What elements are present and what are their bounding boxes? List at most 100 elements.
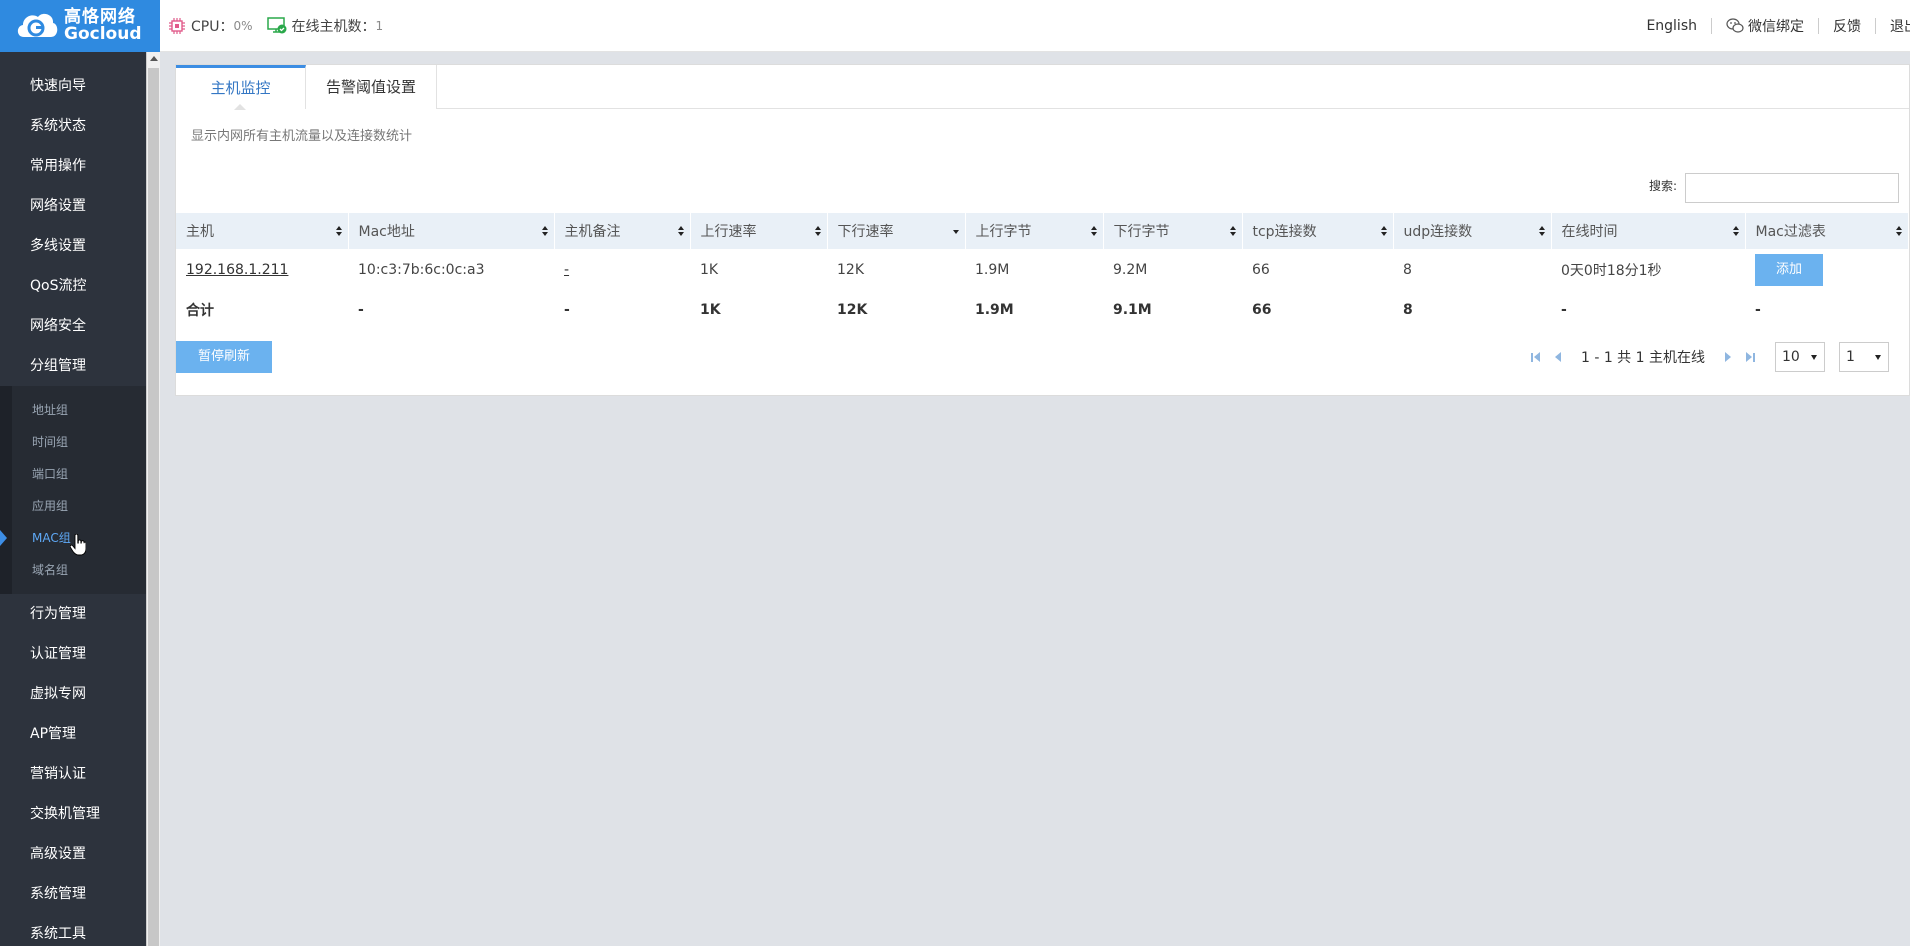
monitor-check-icon [266, 17, 287, 34]
sidebar-item-common-ops[interactable]: 常用操作 [0, 146, 146, 186]
page-size-select[interactable]: 10 [1775, 342, 1825, 372]
submenu-item-address-group[interactable]: 地址组 [12, 394, 146, 426]
col-host[interactable]: 主机 [176, 213, 349, 249]
sidebar-item-vpn[interactable]: 虚拟专网 [0, 674, 146, 714]
sort-icon[interactable] [1090, 226, 1097, 236]
col-note-label: 主机备注 [564, 224, 621, 240]
cell-mac-filter: 添加 [1745, 249, 1909, 291]
sort-icon[interactable] [335, 226, 342, 236]
col-tcp[interactable]: tcp连接数 [1242, 213, 1394, 249]
prev-page-icon[interactable] [1551, 350, 1565, 364]
sort-icon[interactable] [1538, 226, 1545, 236]
cpu-value: 0% [233, 19, 253, 33]
sidebar-item-system-tools[interactable]: 系统工具 [0, 914, 146, 946]
col-up-bytes[interactable]: 上行字节 [965, 213, 1104, 249]
sidebar-item-ap[interactable]: AP管理 [0, 714, 146, 754]
col-tcp-label: tcp连接数 [1252, 224, 1317, 240]
tab-alarm-threshold[interactable]: 告警阈值设置 [306, 65, 437, 109]
logo[interactable]: 高恪网络 Gocloud [0, 0, 160, 52]
pagination-info: 1 - 1 共 1 主机在线 [1580, 350, 1705, 366]
pause-refresh-button[interactable]: 暂停刷新 [176, 341, 272, 373]
col-down-rate[interactable]: 下行速率 [827, 213, 966, 249]
sort-icon[interactable] [1229, 226, 1236, 236]
total-down-rate: 12K [837, 302, 868, 318]
sort-icon[interactable] [1896, 226, 1902, 236]
col-note[interactable]: 主机备注 [554, 213, 691, 249]
sidebar-item-behavior[interactable]: 行为管理 [0, 594, 146, 634]
add-mac-filter-button[interactable]: 添加 [1755, 254, 1823, 286]
cell-down-rate: 12K [837, 262, 864, 278]
header-links: English 微信绑定 反馈 退出 [1646, 0, 1910, 52]
wechat-bind-label: 微信绑定 [1748, 19, 1804, 35]
search-input[interactable] [1685, 173, 1899, 203]
col-online-time[interactable]: 在线时间 [1551, 213, 1746, 249]
page-number-select[interactable]: 1 [1839, 342, 1889, 372]
submenu-item-app-group[interactable]: 应用组 [12, 490, 146, 522]
last-page-icon[interactable] [1743, 350, 1757, 364]
sidebar-item-qos[interactable]: QoS流控 [0, 266, 146, 306]
search-label: 搜索: [1649, 179, 1678, 193]
sort-icon[interactable] [1732, 226, 1739, 236]
sidebar-scrollbar[interactable] [146, 52, 160, 946]
col-udp[interactable]: udp连接数 [1393, 213, 1552, 249]
sidebar-item-advanced[interactable]: 高级设置 [0, 834, 146, 874]
total-filter: - [1755, 302, 1761, 318]
sidebar-item-switch[interactable]: 交换机管理 [0, 794, 146, 834]
col-up-rate[interactable]: 上行速率 [690, 213, 828, 249]
total-up-bytes: 1.9M [975, 302, 1014, 318]
sidebar-item-system-status[interactable]: 系统状态 [0, 106, 146, 146]
cell-down-bytes: 9.2M [1113, 262, 1148, 278]
total-tcp: 66 [1252, 302, 1272, 318]
top-header: CPU： 0% 在线主机数： 1 English 微信绑定 反馈 退出 [160, 0, 1910, 52]
header-status: CPU： 0% 在线主机数： 1 [168, 0, 383, 52]
tab-host-monitor[interactable]: 主机监控 [176, 65, 306, 110]
sidebar-item-system-admin[interactable]: 系统管理 [0, 874, 146, 914]
sidebar-item-quick-guide[interactable]: 快速向导 [0, 66, 146, 106]
scroll-up-icon[interactable] [150, 56, 158, 61]
total-online-time: - [1561, 302, 1567, 318]
sort-icon[interactable] [541, 226, 548, 236]
wechat-icon [1726, 18, 1744, 33]
submenu-item-domain-group[interactable]: 域名组 [12, 554, 146, 586]
sort-icon[interactable] [677, 226, 684, 236]
sort-icon[interactable] [814, 226, 821, 236]
total-up-rate: 1K [700, 302, 721, 318]
hand-pointer-icon [70, 534, 86, 556]
cell-up-bytes: 1.9M [975, 262, 1010, 278]
col-down-bytes[interactable]: 下行字节 [1103, 213, 1243, 249]
next-page-icon[interactable] [1721, 350, 1735, 364]
cell-udp: 8 [1403, 262, 1412, 278]
sidebar-item-group-management[interactable]: 分组管理 [0, 346, 146, 386]
sidebar-item-network-security[interactable]: 网络安全 [0, 306, 146, 346]
wechat-bind-link[interactable]: 微信绑定 [1726, 16, 1804, 36]
col-mac-filter-label: Mac过滤表 [1755, 224, 1826, 240]
sort-desc-icon[interactable] [952, 226, 959, 236]
sidebar-item-network-settings[interactable]: 网络设置 [0, 186, 146, 226]
host-ip-link[interactable]: 192.168.1.211 [186, 262, 288, 278]
total-down-bytes: 9.1M [1113, 302, 1152, 318]
col-down-rate-label: 下行速率 [837, 224, 894, 240]
english-link[interactable]: English [1646, 18, 1697, 34]
host-note-link[interactable]: - [564, 262, 569, 278]
header-divider [1875, 18, 1876, 34]
submenu-item-port-group[interactable]: 端口组 [12, 458, 146, 490]
scrollbar-thumb[interactable] [148, 68, 159, 946]
sidebar-item-marketing-auth[interactable]: 营销认证 [0, 754, 146, 794]
submenu-item-time-group[interactable]: 时间组 [12, 426, 146, 458]
col-mac[interactable]: Mac地址 [348, 213, 555, 249]
first-page-icon[interactable] [1529, 350, 1543, 364]
col-down-bytes-label: 下行字节 [1113, 224, 1170, 240]
online-hosts-value: 1 [375, 19, 384, 33]
feedback-link[interactable]: 反馈 [1833, 16, 1861, 36]
cell-host: 192.168.1.211 [176, 249, 348, 291]
header-divider [1818, 18, 1819, 34]
sidebar-item-auth[interactable]: 认证管理 [0, 634, 146, 674]
sidebar-item-multiline[interactable]: 多线设置 [0, 226, 146, 266]
col-mac-filter[interactable]: Mac过滤表 [1745, 213, 1909, 249]
col-up-bytes-label: 上行字节 [975, 224, 1032, 240]
total-label: 合计 [186, 303, 214, 319]
logout-link[interactable]: 退出 [1890, 16, 1910, 36]
pagination: 1 - 1 共 1 主机在线 10 1 [1525, 341, 1889, 373]
sort-icon[interactable] [1380, 226, 1387, 236]
online-hosts-label: 在线主机数： [291, 19, 376, 35]
